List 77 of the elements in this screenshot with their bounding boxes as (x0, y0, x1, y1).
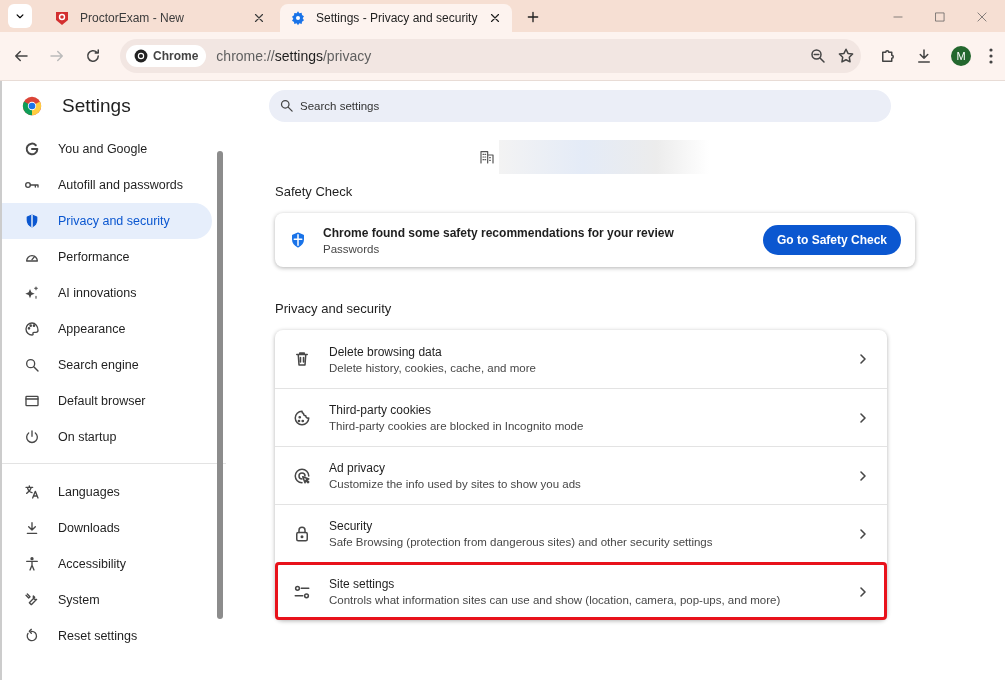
sidebar-item[interactable]: Appearance (2, 311, 212, 347)
safety-detail: Passwords (323, 242, 381, 255)
reload-icon (84, 47, 102, 65)
section-heading: Privacy and security (275, 301, 393, 316)
star-icon (837, 47, 855, 65)
sidebar-item[interactable]: Search engine (2, 347, 212, 383)
address-bar[interactable]: Chrome chrome://settings/privacy (120, 39, 861, 73)
sidebar-item[interactable]: Default browser (2, 383, 212, 419)
more-menu-icon[interactable] (989, 48, 993, 64)
shield-icon (289, 231, 307, 249)
settings-row[interactable]: Site settings Controls what information sites can use and show (location, camera, pop-ups, and more) (275, 562, 887, 620)
person-icon (24, 556, 40, 572)
sidebar-item[interactable]: System (2, 582, 212, 618)
sidebar-item[interactable]: AI innovations (2, 275, 212, 311)
browser-window-icon (24, 393, 40, 409)
settings-row[interactable]: Third-party cookies Third-party cookies are blocked in Incognito mode (275, 388, 887, 446)
trash-icon (293, 350, 311, 368)
chrome-logo-icon (134, 49, 148, 63)
sidebar-item[interactable]: Autofill and passwords (2, 167, 212, 203)
row-title: Third-party cookies (329, 403, 433, 417)
search-icon (279, 98, 294, 113)
row-title: Delete browsing data (329, 344, 443, 359)
download-icon (915, 47, 933, 65)
chrome-logo-icon (22, 96, 42, 116)
reset-icon (24, 628, 40, 644)
plus-icon (525, 9, 541, 25)
close-icon (488, 11, 502, 25)
palette-icon (24, 321, 40, 337)
target-cursor-icon (293, 466, 311, 485)
safety-message: Chrome found some safety recommendations for your review (323, 225, 675, 240)
g-letter-icon (24, 141, 40, 157)
gear-icon (290, 10, 306, 26)
row-description: Safe Browsing (protection from dangerous sites) and other security settings (329, 536, 714, 548)
url-text: chrome://settings/privacy (216, 48, 373, 64)
sparkle-icon (24, 285, 40, 301)
download-icon (24, 520, 40, 536)
sidebar-item[interactable]: Performance (2, 239, 212, 275)
search-field[interactable]: Search settings (269, 90, 891, 122)
shield-logo-icon (54, 10, 70, 26)
settings-title: Settings (62, 95, 131, 117)
sidebar-item[interactable]: Downloads (2, 510, 212, 546)
row-title: Ad privacy (329, 461, 387, 475)
chrome-chip[interactable]: Chrome (126, 45, 207, 67)
row-description: Delete history, cookies, cache, and more (329, 361, 537, 374)
browser-tab[interactable]: ProctorExam - New (44, 4, 276, 32)
sidebar-item[interactable]: On startup (2, 419, 212, 455)
translate-icon (24, 484, 40, 500)
sidebar-item[interactable]: Reset settings (2, 618, 212, 654)
sidebar-item[interactable]: Privacy and security (2, 203, 212, 239)
search-icon (24, 357, 40, 373)
close-icon (252, 11, 266, 25)
sidebar-item[interactable]: Accessibility (2, 546, 212, 582)
zoom-out-icon (809, 47, 827, 65)
lock-icon (293, 524, 311, 543)
maximize-icon (933, 10, 947, 24)
close-icon (975, 10, 989, 24)
row-description: Customize the info used by sites to show you ads (329, 478, 582, 490)
building-icon (479, 149, 495, 165)
settings-row[interactable]: Delete browsing data Delete history, cookies, cache, and more (275, 330, 887, 388)
row-description: Controls what information sites can use and show (location, camera, pop-ups, and more) (329, 594, 782, 606)
settings-row[interactable]: Ad privacy Customize the info used by sites to show you ads (275, 446, 887, 504)
browser-tab[interactable]: Settings - Privacy and security (280, 4, 512, 32)
sidebar-item[interactable]: You and Google (2, 131, 212, 167)
settings-row[interactable]: Security Safe Browsing (protection from dangerous sites) and other security settings (275, 504, 887, 562)
power-icon (24, 429, 40, 445)
row-description: Third-party cookies are blocked in Incognito mode (329, 420, 585, 432)
tab-title: ProctorExam - New (80, 11, 186, 25)
puzzle-icon (879, 47, 897, 65)
section-heading: Safety Check (275, 184, 354, 199)
sidebar-item[interactable]: Languages (2, 474, 212, 510)
tab-title: Settings - Privacy and security (316, 11, 478, 25)
row-title: Site settings (329, 577, 396, 591)
profile-avatar[interactable]: M (951, 46, 971, 66)
row-title: Security (329, 519, 374, 533)
shield-icon (24, 213, 40, 229)
cookie-icon (293, 408, 311, 427)
safety-check-button[interactable]: Go to Safety Check (762, 225, 901, 255)
